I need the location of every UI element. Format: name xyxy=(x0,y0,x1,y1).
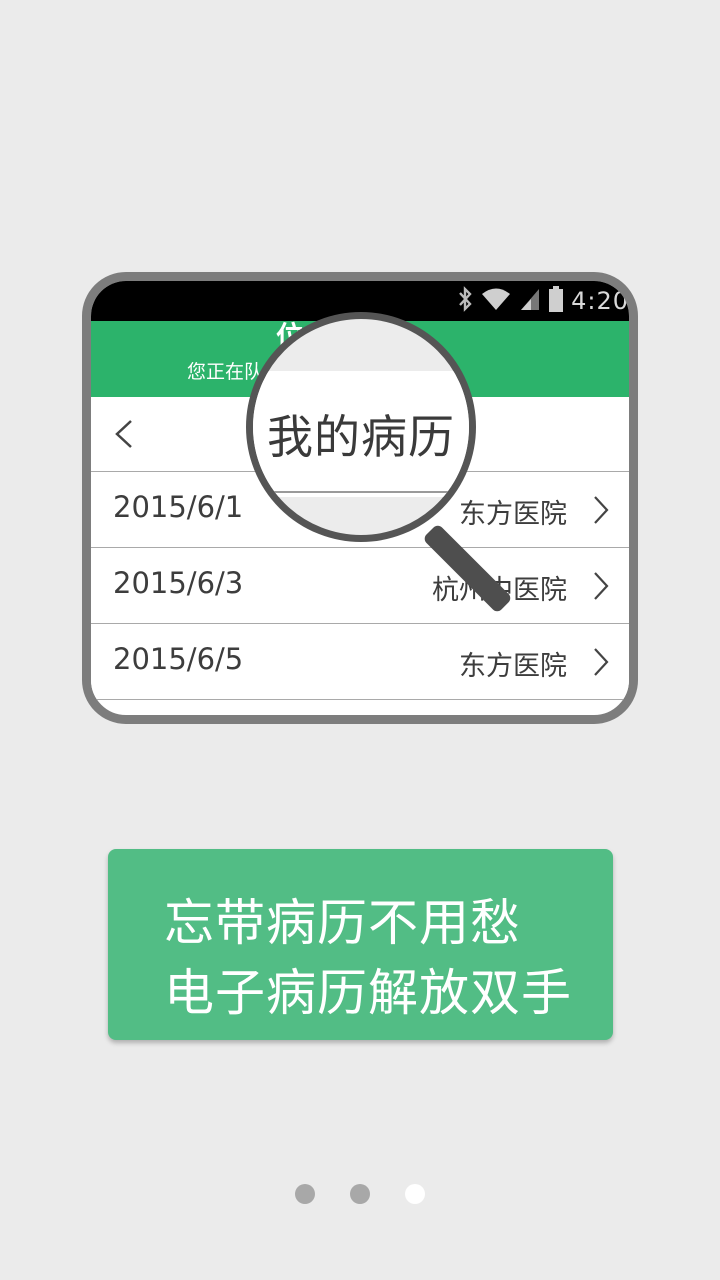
record-hospital: 东方医院 xyxy=(459,651,567,682)
page-dot[interactable] xyxy=(405,1184,425,1204)
chevron-right-icon xyxy=(591,570,611,602)
nav-title-magnified: 我的病历 xyxy=(267,410,455,464)
record-row: 2015/6/5 东方医院 xyxy=(91,624,629,700)
bluetooth-icon xyxy=(457,286,473,316)
record-date: 2015/6/3 xyxy=(113,566,244,600)
signal-icon xyxy=(519,287,541,315)
page-dot[interactable] xyxy=(295,1184,315,1204)
chevron-right-icon xyxy=(591,494,611,526)
slogan-line-2: 电子病历解放双手 xyxy=(164,964,572,1022)
record-row: 2015/6/3 杭州中医院 xyxy=(91,548,629,624)
slogan-line-1: 忘带病历不用愁 xyxy=(164,894,521,952)
magnifier-icon: 我的病历 xyxy=(246,312,476,542)
record-hospital: 东方医院 xyxy=(459,499,567,530)
record-date: 2015/6/5 xyxy=(113,642,244,676)
record-date: 2015/6/1 xyxy=(113,490,244,524)
battery-icon xyxy=(549,286,564,316)
back-chevron-icon xyxy=(109,417,143,451)
status-time: 4:20 xyxy=(571,287,629,315)
chevron-right-icon xyxy=(591,646,611,678)
wifi-icon xyxy=(481,287,511,315)
slogan-banner: 忘带病历不用愁 电子病历解放双手 xyxy=(108,849,613,1040)
page-dot[interactable] xyxy=(350,1184,370,1204)
